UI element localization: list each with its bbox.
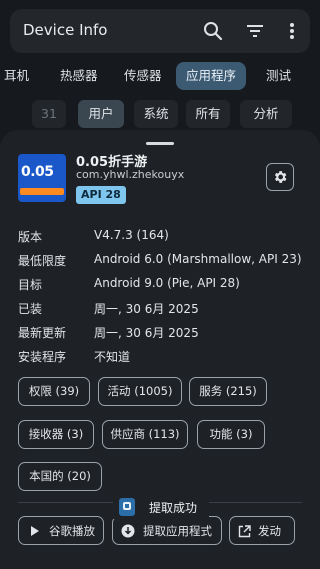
filter-user[interactable]: 用户 (78, 100, 124, 128)
app-filter-bar: 31 用户 系统 所有 分析 (0, 100, 320, 128)
providers-chip[interactable]: 供应商 (113) (102, 420, 188, 449)
receivers-chip[interactable]: 接收器 (3) (18, 420, 94, 449)
api-level-badge: API 28 (76, 186, 126, 204)
features-chip[interactable]: 功能 (3) (197, 420, 265, 449)
filter-all[interactable]: 所有 (186, 100, 230, 128)
filter-analyze[interactable]: 分析 (240, 100, 292, 128)
search-icon[interactable] (201, 19, 225, 43)
gear-icon (274, 171, 287, 183)
app-icon: 0.05 (18, 154, 66, 202)
google-play-button[interactable]: 谷歌播放 (18, 516, 104, 545)
top-app-bar: Device Info (10, 9, 310, 53)
tab-tests[interactable]: 测试 (266, 62, 291, 90)
permissions-chip[interactable]: 权限 (39) (18, 377, 90, 406)
tab-applications[interactable]: 应用程序 (176, 62, 247, 90)
app-count-badge: 31 (32, 100, 66, 128)
play-icon (31, 526, 39, 536)
toast-message: 提取成功 (113, 495, 209, 519)
app-toast-icon (119, 498, 135, 516)
tab-headphones[interactable]: 耳机 (4, 62, 29, 90)
native-libs-chip[interactable]: 本国的 (20) (18, 462, 102, 491)
open-external-icon (238, 525, 251, 538)
tab-thermal[interactable]: 热感器 (60, 62, 98, 90)
launch-button[interactable]: 发动 (229, 516, 295, 545)
drag-handle[interactable] (146, 142, 174, 145)
extract-icon (121, 524, 135, 538)
sort-icon[interactable] (243, 19, 267, 43)
app-title: Device Info (23, 21, 108, 39)
activities-chip[interactable]: 活动 (1005) (98, 377, 182, 406)
more-vert-icon[interactable] (280, 19, 304, 43)
app-settings-button[interactable] (266, 163, 294, 191)
category-tabs: 耳机 热感器 传感器 应用程序 测试 (0, 62, 320, 90)
filter-system[interactable]: 系统 (134, 100, 178, 128)
app-package: com.yhwl.zhekouyx (76, 168, 185, 181)
services-chip[interactable]: 服务 (215) (189, 377, 267, 406)
tab-sensors[interactable]: 传感器 (124, 62, 162, 90)
extract-app-button[interactable]: 提取应用程式 (112, 516, 222, 545)
